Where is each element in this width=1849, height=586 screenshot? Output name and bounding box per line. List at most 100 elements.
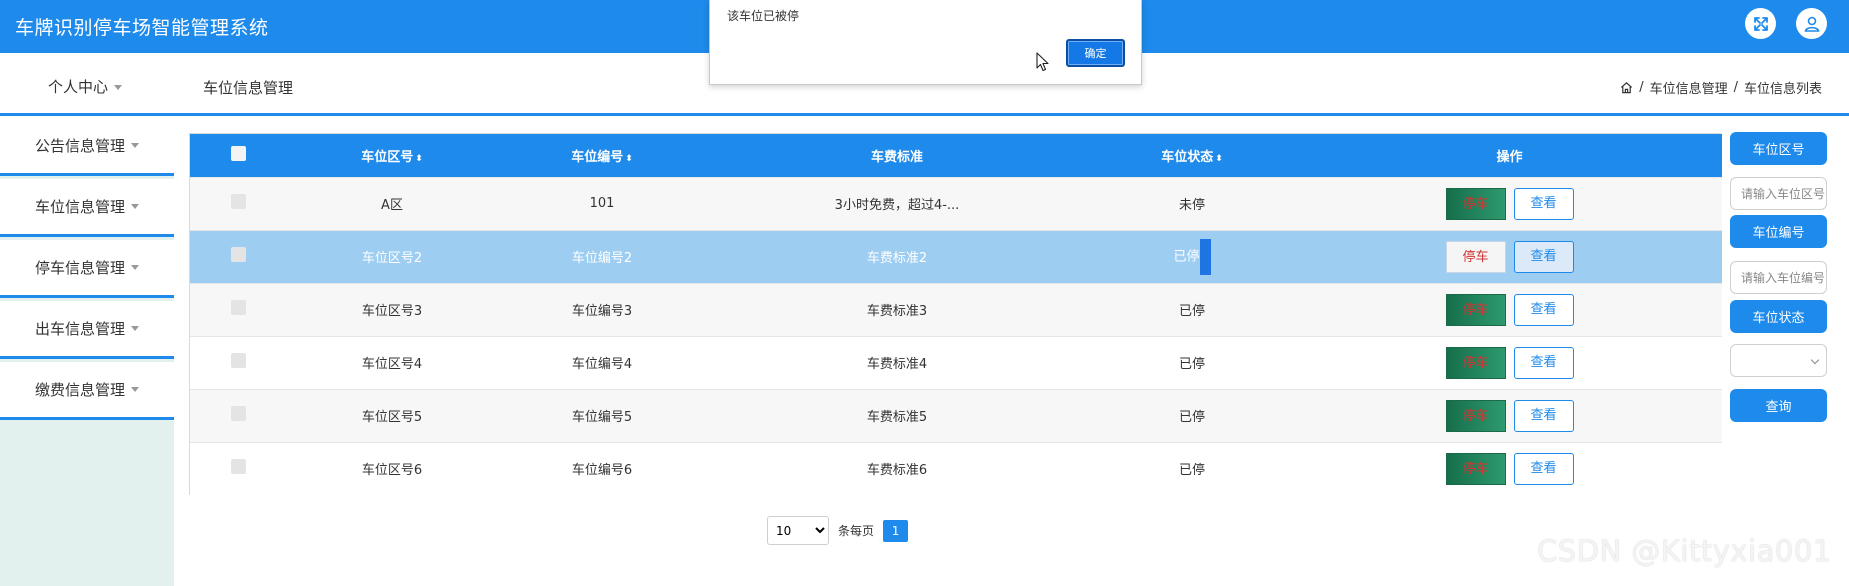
status-label-button[interactable]: 车位状态 xyxy=(1730,300,1827,333)
actions-cell: 停车 查看 xyxy=(1297,336,1722,389)
sort-icon: ⬍ xyxy=(1215,153,1223,164)
home-icon[interactable] xyxy=(1620,81,1633,94)
breadcrumb-item-current: 车位信息列表 xyxy=(1743,82,1822,97)
column-label: 操作 xyxy=(1496,149,1523,165)
sidebar-item-space[interactable]: 车位信息管理 xyxy=(0,179,174,237)
caret-down-icon xyxy=(131,265,139,270)
fee-cell: 车费标准5 xyxy=(866,410,928,425)
view-button[interactable]: 查看 xyxy=(1513,187,1574,220)
user-icon xyxy=(1804,16,1819,32)
park-button[interactable]: 停车 xyxy=(1445,452,1506,485)
number-cell: 车位编号5 xyxy=(571,410,633,425)
row-select-cell xyxy=(190,177,287,230)
table-row[interactable]: 车位区号3 车位编号3 车费标准3 已停 停车 查看 xyxy=(190,283,1722,336)
fee-cell: 车费标准6 xyxy=(866,463,928,479)
number-cell: 车位编号6 xyxy=(571,463,633,479)
row-select-cell xyxy=(190,389,287,442)
user-button[interactable] xyxy=(1796,8,1827,39)
status-cell: 已停 xyxy=(1178,304,1205,319)
page-size-select[interactable]: 10 xyxy=(767,516,829,545)
table-row[interactable]: 车位区号4 车位编号4 车费标准4 已停 停车 查看 xyxy=(190,336,1722,389)
sidebar-item-parking[interactable]: 停车信息管理 xyxy=(0,240,174,298)
page-number-button[interactable]: 1 xyxy=(883,519,909,542)
column-header-zone[interactable]: 车位区号 ⬍ xyxy=(287,134,497,177)
table-row[interactable]: A区 101 3小时免费，超过4-... 未停 停车 查看 xyxy=(190,177,1722,230)
column-label: 车位区号 xyxy=(361,149,414,165)
number-cell: 车位编号3 xyxy=(571,304,633,319)
caret-down-icon xyxy=(131,143,139,148)
sidebar-item-label: 公告信息管理 xyxy=(34,137,125,155)
fullscreen-icon xyxy=(1753,16,1768,31)
row-checkbox[interactable] xyxy=(231,406,246,421)
sort-icon: ⬍ xyxy=(415,153,423,164)
zone-cell: 车位区号4 xyxy=(361,357,423,372)
park-button[interactable]: 停车 xyxy=(1445,399,1506,432)
column-header-number[interactable]: 车位编号 ⬍ xyxy=(497,134,707,177)
view-button[interactable]: 查看 xyxy=(1513,293,1574,326)
table-row[interactable]: 车位区号2 车位编号2 车费标准2 已停 停车 查看 xyxy=(190,230,1722,283)
column-label: 车费标准 xyxy=(870,149,923,165)
caret-down-icon xyxy=(114,85,123,90)
view-button[interactable]: 查看 xyxy=(1513,452,1574,485)
sidebar-item-label: 出车信息管理 xyxy=(34,320,125,338)
park-button[interactable]: 停车 xyxy=(1445,293,1506,326)
actions-cell: 停车 查看 xyxy=(1297,283,1722,336)
row-select-cell xyxy=(190,230,287,283)
breadcrumb-item[interactable]: 车位信息管理 xyxy=(1650,78,1728,97)
status-cell: 已停 xyxy=(1178,463,1205,479)
fee-cell: 3小时免费，超过4-... xyxy=(834,198,960,213)
sidebar-item-exit[interactable]: 出车信息管理 xyxy=(0,301,174,359)
breadcrumb-sep: / xyxy=(1733,80,1738,95)
breadcrumb: / 车位信息管理 / 车位信息列表 xyxy=(1620,78,1822,97)
parking-space-table: 车位区号 ⬍ 车位编号 ⬍ 车费标准 车位状态 ⬍ 操作 A区 101 3小时免费，超… xyxy=(189,133,1722,495)
sidebar-item-payment[interactable]: 缴费信息管理 xyxy=(0,362,174,420)
column-header-status[interactable]: 车位状态 ⬍ xyxy=(1087,134,1297,177)
select-all-cell xyxy=(190,134,287,177)
number-cell: 101 xyxy=(589,196,615,211)
table-row[interactable]: 车位区号5 车位编号5 车费标准5 已停 停车 查看 xyxy=(190,389,1722,442)
row-checkbox[interactable] xyxy=(231,353,246,368)
row-select-cell xyxy=(190,336,287,389)
sidebar-item-notice[interactable]: 公告信息管理 xyxy=(0,118,174,176)
park-button[interactable]: 停车 xyxy=(1445,240,1506,273)
fee-cell: 车费标准4 xyxy=(866,357,928,372)
row-checkbox[interactable] xyxy=(231,300,246,315)
view-button[interactable]: 查看 xyxy=(1513,240,1574,273)
status-cell: 已停 xyxy=(1087,230,1297,283)
park-button[interactable]: 停车 xyxy=(1445,187,1506,220)
zone-cell: 车位区号2 xyxy=(361,251,423,266)
row-checkbox[interactable] xyxy=(231,459,246,475)
number-search-input[interactable] xyxy=(1730,261,1827,294)
row-select-cell xyxy=(190,442,287,495)
fullscreen-button[interactable] xyxy=(1745,8,1776,39)
zone-search-input[interactable] xyxy=(1730,177,1827,210)
column-label: 车位状态 xyxy=(1161,149,1214,165)
column-header-actions: 操作 xyxy=(1297,134,1722,177)
row-checkbox[interactable] xyxy=(231,194,246,209)
personal-center-label: 个人中心 xyxy=(48,78,109,96)
view-button[interactable]: 查看 xyxy=(1513,399,1574,432)
page-title: 车位信息管理 xyxy=(203,79,294,97)
park-button[interactable]: 停车 xyxy=(1445,346,1506,379)
personal-center-menu[interactable]: 个人中心 xyxy=(48,76,123,97)
fee-cell: 车费标准3 xyxy=(866,304,928,319)
column-label: 车位编号 xyxy=(571,149,624,165)
view-button[interactable]: 查看 xyxy=(1513,346,1574,379)
number-label-button[interactable]: 车位编号 xyxy=(1730,215,1827,248)
status-cell: 已停 xyxy=(1178,410,1205,425)
row-checkbox[interactable] xyxy=(231,247,246,262)
alert-dialog: 该车位已被停 确定 xyxy=(709,0,1142,85)
zone-cell: 车位区号3 xyxy=(361,304,423,319)
caret-down-icon xyxy=(131,326,139,331)
zone-label-button[interactable]: 车位区号 xyxy=(1730,132,1827,165)
fee-cell: 车费标准2 xyxy=(866,251,928,266)
number-cell: 车位编号2 xyxy=(571,251,633,266)
caret-down-icon xyxy=(131,387,139,392)
select-all-checkbox[interactable] xyxy=(231,145,246,161)
breadcrumb-sep: / xyxy=(1639,80,1644,95)
table-row[interactable]: 车位区号6 车位编号6 车费标准6 已停 停车 查看 xyxy=(190,442,1722,495)
query-button[interactable]: 查询 xyxy=(1730,389,1827,422)
status-select[interactable] xyxy=(1730,344,1827,377)
table-header-row: 车位区号 ⬍ 车位编号 ⬍ 车费标准 车位状态 ⬍ 操作 xyxy=(190,134,1722,177)
alert-ok-button[interactable]: 确定 xyxy=(1066,39,1125,67)
